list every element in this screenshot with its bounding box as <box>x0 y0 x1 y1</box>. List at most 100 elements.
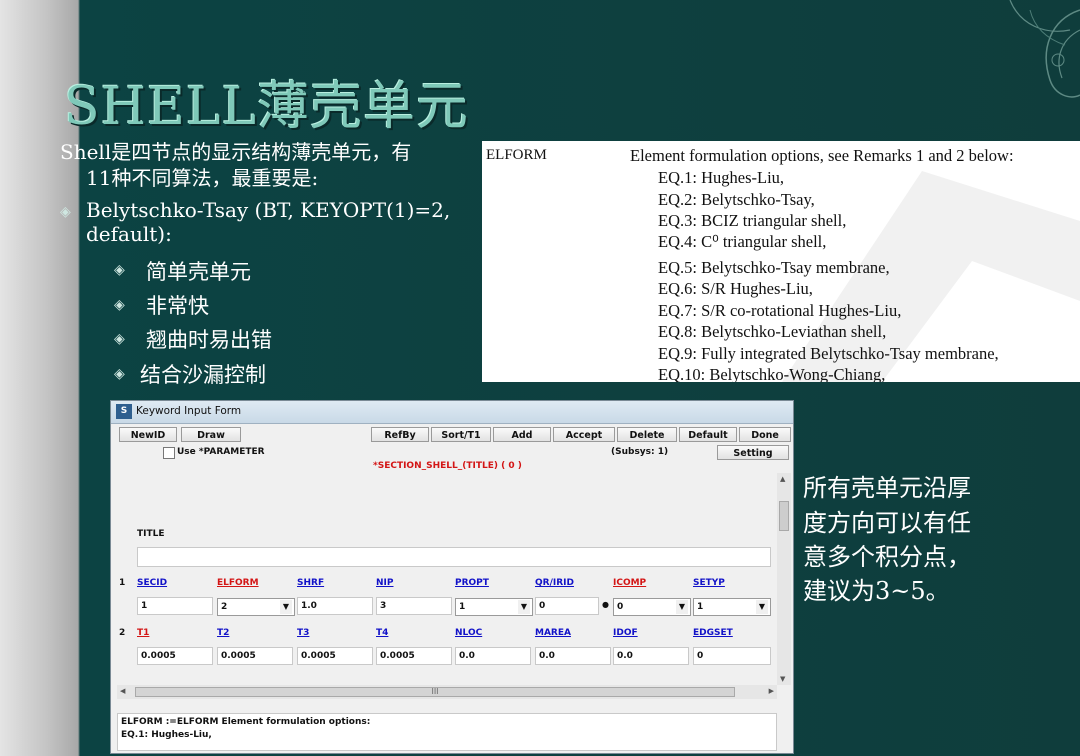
shrf-input[interactable]: 1.0 <box>297 597 373 615</box>
toolbar: NewID Draw RefBy Sort/T1 Add Accept Dele… <box>119 427 791 443</box>
setyp-label[interactable]: SETYP <box>693 578 725 588</box>
nip-input[interactable]: 3 <box>376 597 452 615</box>
sub-bullet-4: 结合沙漏控制 <box>140 363 266 387</box>
t2-input[interactable]: 0.0005 <box>217 647 293 665</box>
elform-label[interactable]: ELFORM <box>217 578 259 588</box>
qr-irid-picker-dot-icon[interactable]: ● <box>602 600 609 609</box>
decorative-ornament-icon <box>1009 0 1080 98</box>
scroll-down-arrow-icon[interactable]: ▼ <box>780 675 785 683</box>
setyp-select[interactable]: 1 ▼ <box>693 598 771 616</box>
option-eq4: EQ.4: C⁰ triangular shell, <box>658 232 827 251</box>
secid-input[interactable]: 1 <box>137 597 213 615</box>
vertical-scroll-thumb[interactable] <box>779 501 789 531</box>
option-eq8: EQ.8: Belytschko-Leviathan shell, <box>658 322 887 341</box>
refby-button[interactable]: RefBy <box>371 427 429 442</box>
nloc-label[interactable]: NLOC <box>455 628 482 638</box>
icomp-label[interactable]: ICOMP <box>613 578 646 588</box>
scroll-right-arrow-icon[interactable]: ▶ <box>769 687 774 695</box>
help-text-panel: ELFORM :=ELFORM Element formulation opti… <box>117 713 777 751</box>
sub-bullet-1: 简单壳单元 <box>146 260 251 284</box>
right-note-line-4: 建议为3~5。 <box>803 577 950 605</box>
nip-label[interactable]: NIP <box>376 578 393 588</box>
sub-bullet-diamond-icon: ◈ <box>114 331 125 347</box>
newid-button[interactable]: NewID <box>119 427 177 442</box>
marea-input[interactable]: 0.0 <box>535 647 611 665</box>
chevron-down-icon: ▼ <box>756 600 768 614</box>
horizontal-scrollbar[interactable]: ◀ III ▶ <box>117 685 777 699</box>
scroll-left-arrow-icon[interactable]: ◀ <box>120 687 125 695</box>
icomp-select[interactable]: 0 ▼ <box>613 598 691 616</box>
idof-input[interactable]: 0.0 <box>613 647 689 665</box>
t3-input[interactable]: 0.0005 <box>297 647 373 665</box>
use-parameter-checkbox[interactable] <box>163 447 175 459</box>
sort-button[interactable]: Sort/T1 <box>431 427 491 442</box>
qr-irid-input[interactable]: 0 <box>535 597 599 615</box>
use-parameter-label: Use *PARAMETER <box>177 447 265 457</box>
window-title: Keyword Input Form <box>136 405 242 417</box>
draw-button[interactable]: Draw <box>181 427 241 442</box>
sub-bullet-diamond-icon: ◈ <box>114 297 125 313</box>
bullet-main-line-1: Belytschko-Tsay (BT, KEYOPT(1)=2, <box>86 198 451 222</box>
title-label: TITLE <box>137 529 165 539</box>
option-eq5: EQ.5: Belytschko-Tsay membrane, <box>658 258 890 277</box>
keyword-name: *SECTION_SHELL_(TITLE) ( 0 ) <box>373 461 522 471</box>
field-name: ELFORM <box>486 147 547 163</box>
default-button[interactable]: Default <box>679 427 737 442</box>
slide-title: SHELL薄壳单元 <box>64 77 469 137</box>
intro-line-1: Shell是四节点的显示结构薄壳单元，有 <box>60 140 412 164</box>
app-logo-icon: S <box>116 404 132 419</box>
chevron-down-icon: ▼ <box>280 600 292 614</box>
marea-label[interactable]: MAREA <box>535 628 571 638</box>
option-eq2: EQ.2: Belytschko-Tsay, <box>658 190 815 209</box>
elform-value: 2 <box>221 602 228 612</box>
t2-label[interactable]: T2 <box>217 628 229 638</box>
sub-bullet-diamond-icon: ◈ <box>114 366 125 382</box>
sub-bullet-3: 翘曲时易出错 <box>146 328 272 352</box>
accept-button[interactable]: Accept <box>553 427 615 442</box>
t4-label[interactable]: T4 <box>376 628 388 638</box>
t4-input[interactable]: 0.0005 <box>376 647 452 665</box>
qr-irid-label[interactable]: QR/IRID <box>535 578 574 588</box>
propt-select[interactable]: 1 ▼ <box>455 598 533 616</box>
option-eq10: EQ.10: Belytschko-Wong-Chiang, <box>658 365 886 382</box>
option-eq3: EQ.3: BCIZ triangular shell, <box>658 211 847 230</box>
add-button[interactable]: Add <box>493 427 551 442</box>
option-eq6: EQ.6: S/R Hughes-Liu, <box>658 279 813 298</box>
done-button[interactable]: Done <box>739 427 791 442</box>
elform-select[interactable]: 2 ▼ <box>217 598 295 616</box>
help-line-2: EQ.1: Hughes-Liu, <box>121 730 212 740</box>
shrf-label[interactable]: SHRF <box>297 578 324 588</box>
nloc-input[interactable]: 0.0 <box>455 647 531 665</box>
sub-bullet-2: 非常快 <box>146 294 209 318</box>
t1-input[interactable]: 0.0005 <box>137 647 213 665</box>
chevron-down-icon: ▼ <box>676 600 688 614</box>
idof-label[interactable]: IDOF <box>613 628 638 638</box>
keyword-input-window: S Keyword Input Form NewID Draw RefBy So… <box>110 400 794 754</box>
option-eq9: EQ.9: Fully integrated Belytschko-Tsay m… <box>658 344 999 363</box>
icomp-value: 0 <box>617 602 624 612</box>
propt-value: 1 <box>459 602 466 612</box>
edgset-label[interactable]: EDGSET <box>693 628 733 638</box>
chevron-down-icon: ▼ <box>518 600 530 614</box>
manual-excerpt: ELFORM Element formulation options, see … <box>482 141 1080 382</box>
field-heading: Element formulation options, see Remarks… <box>630 146 1014 165</box>
edgset-input[interactable]: 0 <box>693 647 771 665</box>
title-input[interactable] <box>137 547 771 567</box>
propt-label[interactable]: PROPT <box>455 578 489 588</box>
scroll-up-arrow-icon[interactable]: ▲ <box>780 475 785 483</box>
secid-label[interactable]: SECID <box>137 578 167 588</box>
bullet-diamond-icon: ◈ <box>60 204 71 220</box>
setting-button[interactable]: Setting <box>717 445 789 460</box>
slide-background: SHELL薄壳单元 Shell是四节点的显示结构薄壳单元，有 11种不同算法，最… <box>0 0 1080 756</box>
delete-button[interactable]: Delete <box>617 427 677 442</box>
help-line-1: ELFORM :=ELFORM Element formulation opti… <box>121 717 371 727</box>
right-note-line-1: 所有壳单元沿厚 <box>803 474 971 502</box>
horizontal-scroll-thumb[interactable]: III <box>135 687 735 697</box>
row-2-number: 2 <box>119 628 126 638</box>
t3-label[interactable]: T3 <box>297 628 309 638</box>
t1-label[interactable]: T1 <box>137 628 149 638</box>
vertical-scrollbar[interactable]: ▲ ▼ <box>777 473 791 685</box>
window-titlebar[interactable]: S Keyword Input Form <box>111 401 793 424</box>
option-eq1: EQ.1: Hughes-Liu, <box>658 168 785 187</box>
right-note-line-3: 意多个积分点， <box>803 543 971 571</box>
